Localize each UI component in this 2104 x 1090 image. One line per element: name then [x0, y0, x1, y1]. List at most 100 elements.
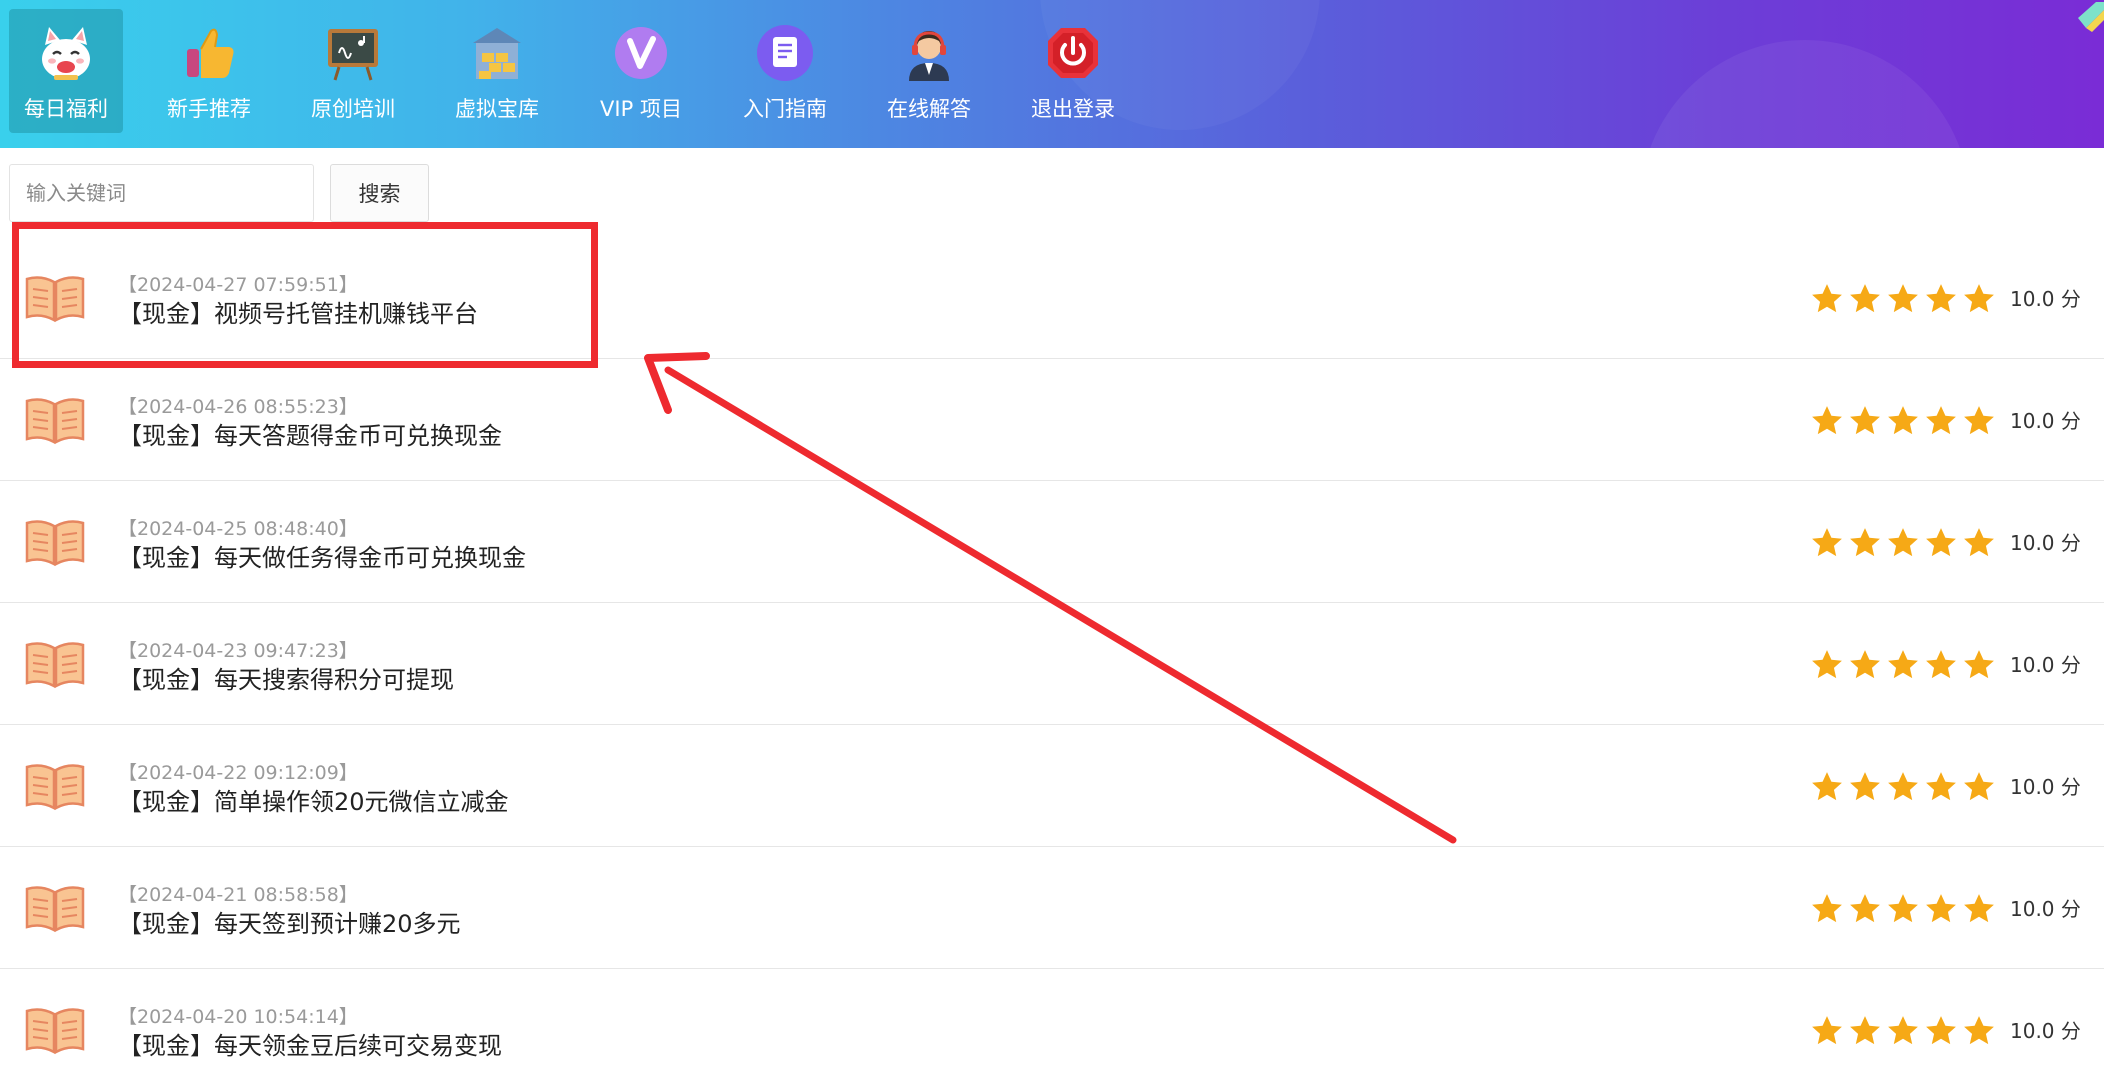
item-title-link[interactable]: 【现金】每天搜索得积分可提现 — [118, 664, 454, 696]
item-score: 10.0 分 — [2010, 1019, 2081, 1043]
list-item[interactable]: 【2024-04-27 07:59:51】 【现金】视频号托管挂机赚钱平台 10… — [0, 237, 2104, 359]
item-title-link[interactable]: 【现金】视频号托管挂机赚钱平台 — [118, 298, 478, 330]
nav-label: 入门指南 — [743, 97, 827, 121]
star-rating — [1810, 1014, 2000, 1048]
list-item[interactable]: 【2024-04-23 09:47:23】 【现金】每天搜索得积分可提现 10.… — [0, 603, 2104, 725]
background-decoration — [1640, 40, 1970, 148]
star-icon — [1812, 528, 1842, 557]
nav-item-online-answers[interactable]: 在线解答 — [872, 9, 986, 133]
star-icon — [1850, 284, 1880, 313]
nav-item-daily-welfare[interactable]: 每日福利 — [9, 9, 123, 133]
power-icon — [1048, 28, 1098, 78]
article-list: 【2024-04-27 07:59:51】 【现金】视频号托管挂机赚钱平台 10… — [0, 237, 2104, 1090]
list-item[interactable]: 【2024-04-22 09:12:09】 【现金】简单操作领20元微信立减金 … — [0, 725, 2104, 847]
search-button[interactable]: 搜索 — [330, 164, 429, 222]
star-icon — [1812, 772, 1842, 801]
star-icon — [1964, 772, 1994, 801]
star-icon — [1812, 284, 1842, 313]
star-icon — [1888, 284, 1918, 313]
list-item[interactable]: 【2024-04-21 08:58:58】 【现金】每天签到预计赚20多元 10… — [0, 847, 2104, 969]
star-icon — [1850, 650, 1880, 679]
star-icon — [1888, 1016, 1918, 1045]
star-icon — [1926, 772, 1956, 801]
star-icon — [1888, 650, 1918, 679]
item-date: 【2024-04-22 09:12:09】 — [118, 762, 358, 784]
nav-item-beginner-recommend[interactable]: 新手推荐 — [152, 9, 266, 133]
nav-item-vip-projects[interactable]: VIP 项目 — [584, 9, 698, 133]
star-icon — [1812, 406, 1842, 435]
support-agent-icon — [909, 31, 949, 81]
list-item[interactable]: 【2024-04-20 10:54:14】 【现金】每天领金豆后续可交易变现 1… — [0, 969, 2104, 1090]
nav-label: 在线解答 — [887, 97, 971, 121]
vip-badge-icon — [615, 27, 667, 79]
star-rating — [1810, 526, 2000, 560]
corner-decoration-icon — [2078, 2, 2104, 32]
open-book-icon — [25, 398, 85, 445]
nav-label: 每日福利 — [24, 97, 108, 121]
star-icon — [1926, 528, 1956, 557]
star-icon — [1926, 650, 1956, 679]
nav-label: 退出登录 — [1031, 97, 1115, 121]
item-score: 10.0 分 — [2010, 531, 2081, 555]
item-title-link[interactable]: 【现金】每天答题得金币可兑换现金 — [118, 420, 502, 452]
list-item[interactable]: 【2024-04-25 08:48:40】 【现金】每天做任务得金币可兑换现金 … — [0, 481, 2104, 603]
star-rating — [1810, 648, 2000, 682]
star-icon — [1964, 650, 1994, 679]
nav-item-virtual-treasury[interactable]: 虚拟宝库 — [440, 9, 554, 133]
nav-item-getting-started[interactable]: 入门指南 — [728, 9, 842, 133]
document-icon — [757, 25, 813, 81]
nav-label: 原创培训 — [311, 97, 395, 121]
item-score: 10.0 分 — [2010, 409, 2081, 433]
star-icon — [1926, 894, 1956, 923]
blackboard-icon — [328, 29, 378, 81]
star-icon — [1964, 284, 1994, 313]
item-title-link[interactable]: 【现金】简单操作领20元微信立减金 — [118, 786, 509, 818]
open-book-icon — [25, 642, 85, 689]
star-icon — [1850, 894, 1880, 923]
star-icon — [1850, 406, 1880, 435]
star-icon — [1812, 1016, 1842, 1045]
item-date: 【2024-04-27 07:59:51】 — [118, 274, 358, 296]
treasure-house-icon — [473, 28, 521, 79]
item-date: 【2024-04-26 08:55:23】 — [118, 396, 358, 418]
star-icon — [1888, 528, 1918, 557]
nav-item-original-training[interactable]: 原创培训 — [296, 9, 410, 133]
list-item[interactable]: 【2024-04-26 08:55:23】 【现金】每天答题得金币可兑换现金 1… — [0, 359, 2104, 481]
star-rating — [1810, 404, 2000, 438]
star-rating — [1810, 282, 2000, 316]
open-book-icon — [25, 1008, 85, 1055]
star-rating — [1810, 892, 2000, 926]
star-icon — [1926, 406, 1956, 435]
star-icon — [1964, 528, 1994, 557]
item-score: 10.0 分 — [2010, 287, 2081, 311]
item-date: 【2024-04-20 10:54:14】 — [118, 1006, 358, 1028]
star-icon — [1850, 528, 1880, 557]
item-score: 10.0 分 — [2010, 653, 2081, 677]
item-date: 【2024-04-25 08:48:40】 — [118, 518, 358, 540]
item-title-link[interactable]: 【现金】每天做任务得金币可兑换现金 — [118, 542, 526, 574]
star-icon — [1850, 1016, 1880, 1045]
star-icon — [1964, 1016, 1994, 1045]
item-score: 10.0 分 — [2010, 775, 2081, 799]
star-icon — [1964, 894, 1994, 923]
search-input[interactable] — [9, 164, 314, 222]
open-book-icon — [25, 764, 85, 811]
star-icon — [1888, 772, 1918, 801]
star-rating — [1810, 770, 2000, 804]
star-icon — [1812, 894, 1842, 923]
item-score: 10.0 分 — [2010, 897, 2081, 921]
nav-label: 新手推荐 — [167, 97, 251, 121]
star-icon — [1964, 406, 1994, 435]
thumbs-up-icon — [187, 28, 234, 79]
nav-label: VIP 项目 — [600, 97, 682, 121]
nav-label: 虚拟宝库 — [455, 97, 539, 121]
item-date: 【2024-04-23 09:47:23】 — [118, 640, 358, 662]
lucky-cat-icon — [42, 27, 90, 80]
nav-item-logout[interactable]: 退出登录 — [1016, 9, 1130, 133]
open-book-icon — [25, 886, 85, 933]
item-title-link[interactable]: 【现金】每天领金豆后续可交易变现 — [118, 1030, 502, 1062]
star-icon — [1850, 772, 1880, 801]
star-icon — [1926, 1016, 1956, 1045]
star-icon — [1926, 284, 1956, 313]
item-title-link[interactable]: 【现金】每天签到预计赚20多元 — [118, 908, 461, 940]
